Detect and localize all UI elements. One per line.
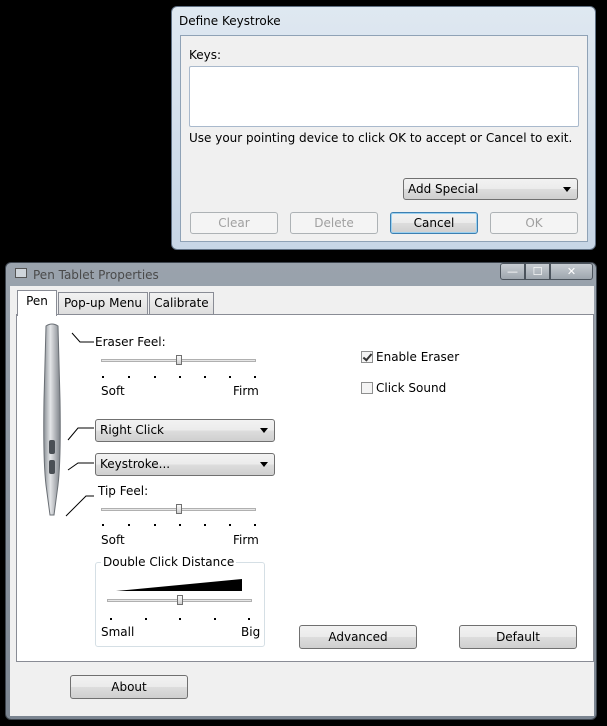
- lower-button-dropdown[interactable]: Keystroke...: [95, 453, 275, 476]
- tick: [254, 376, 256, 378]
- chevron-down-icon: [260, 462, 268, 467]
- tab-calibrate[interactable]: Calibrate: [149, 292, 214, 314]
- double-click-label: Double Click Distance: [101, 555, 237, 569]
- pen-tablet-title: Pen Tablet Properties: [33, 268, 159, 282]
- distance-big-label: Big: [241, 625, 261, 639]
- delete-button[interactable]: Delete: [290, 212, 378, 234]
- chevron-down-icon: [563, 187, 571, 192]
- keys-field[interactable]: [189, 66, 579, 127]
- add-special-dropdown[interactable]: Add Special: [403, 178, 578, 200]
- tick: [145, 618, 147, 620]
- tick: [179, 524, 181, 526]
- keys-label: Keys:: [189, 48, 222, 62]
- tick: [128, 376, 130, 378]
- tick: [248, 618, 250, 620]
- chevron-down-icon: [260, 428, 268, 433]
- tick: [102, 524, 104, 526]
- tick: [229, 524, 231, 526]
- maximize-icon[interactable]: ☐: [525, 263, 550, 280]
- tip-feel-thumb[interactable]: [176, 504, 182, 514]
- tick: [204, 376, 206, 378]
- tip-soft-label: Soft: [101, 533, 125, 547]
- tick: [179, 618, 181, 620]
- ok-button[interactable]: OK: [490, 212, 578, 234]
- advanced-button[interactable]: Advanced: [299, 625, 417, 649]
- upper-button-dropdown[interactable]: Right Click: [95, 419, 275, 442]
- eraser-feel-thumb[interactable]: [176, 355, 182, 365]
- about-button[interactable]: About: [70, 675, 188, 699]
- tab-popup-menu[interactable]: Pop-up Menu: [58, 292, 148, 314]
- tick: [154, 376, 156, 378]
- eraser-firm-label: Firm: [233, 384, 259, 398]
- tick: [179, 376, 181, 378]
- tick: [110, 618, 112, 620]
- eraser-feel-label: Eraser Feel:: [95, 335, 166, 349]
- enable-eraser-checkbox[interactable]: [361, 351, 373, 363]
- double-click-thumb[interactable]: [177, 595, 183, 605]
- tick: [214, 618, 216, 620]
- clear-button[interactable]: Clear: [190, 212, 278, 234]
- tip-feel-label: Tip Feel:: [98, 484, 149, 498]
- tick: [154, 524, 156, 526]
- upper-button-value: Right Click: [100, 423, 165, 437]
- define-keystroke-title: Define Keystroke: [179, 14, 281, 28]
- eraser-soft-label: Soft: [101, 384, 125, 398]
- app-icon: [15, 268, 27, 278]
- close-icon[interactable]: ✕: [550, 263, 593, 280]
- tick: [128, 524, 130, 526]
- distance-wedge-icon: [116, 579, 242, 591]
- tab-pen[interactable]: Pen: [17, 290, 57, 316]
- cancel-button[interactable]: Cancel: [390, 212, 478, 234]
- tip-firm-label: Firm: [233, 533, 259, 547]
- tick: [204, 524, 206, 526]
- lower-button-value: Keystroke...: [100, 457, 171, 471]
- distance-small-label: Small: [101, 625, 135, 639]
- tick: [102, 376, 104, 378]
- enable-eraser-label[interactable]: Enable Eraser: [376, 350, 459, 364]
- tick: [229, 376, 231, 378]
- instruction-text: Use your pointing device to click OK to …: [189, 131, 573, 145]
- add-special-label: Add Special: [408, 182, 479, 196]
- tick: [254, 524, 256, 526]
- click-sound-checkbox[interactable]: [361, 382, 373, 394]
- click-sound-label[interactable]: Click Sound: [376, 381, 446, 395]
- default-button[interactable]: Default: [459, 625, 577, 649]
- minimize-icon[interactable]: —: [500, 263, 525, 280]
